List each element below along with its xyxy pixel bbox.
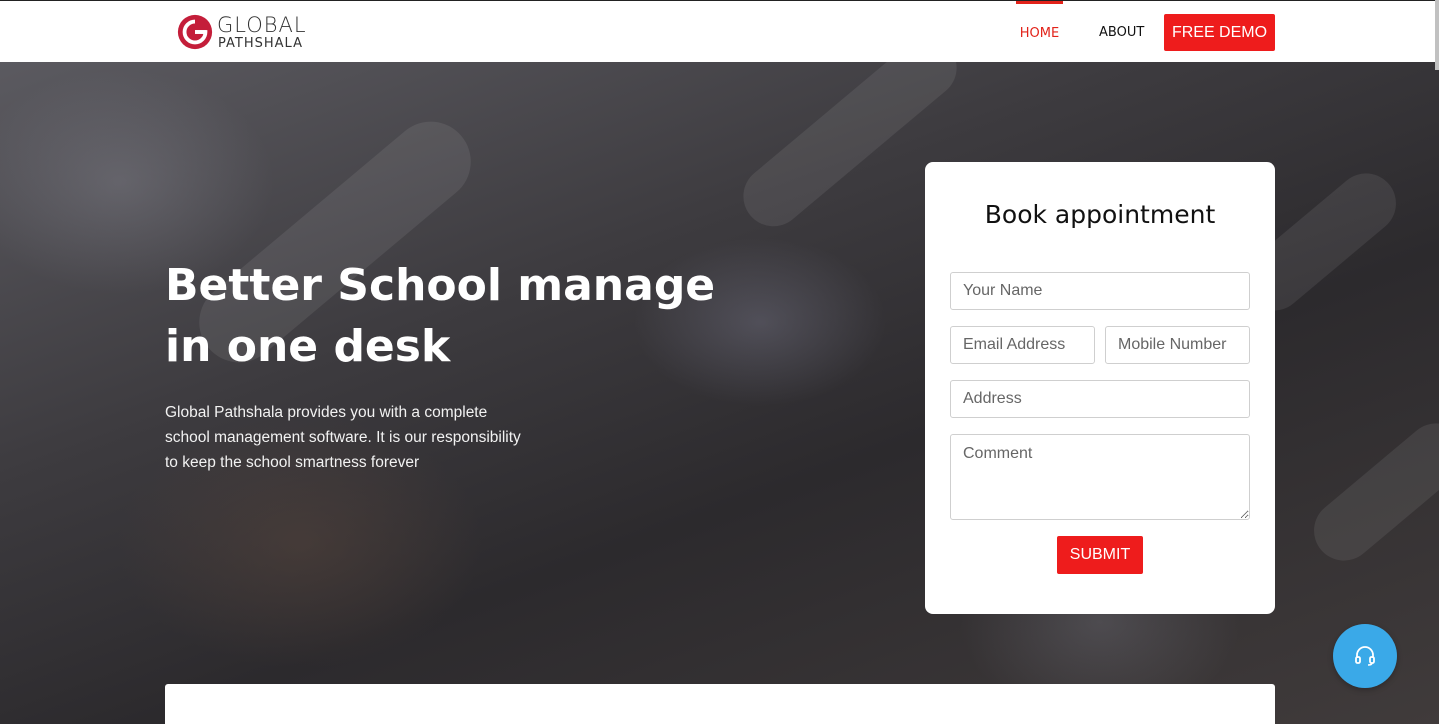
free-demo-button[interactable]: FREE DEMO xyxy=(1164,14,1275,51)
hero-description-line-1: Global Pathshala provides you with a com… xyxy=(165,404,488,421)
mobile-input[interactable] xyxy=(1105,326,1250,364)
hero-title-line-1: Better School manage xyxy=(165,260,716,311)
logo-line-1: GLOBAL xyxy=(217,12,307,37)
hero-title: Better School manage in one desk xyxy=(165,255,725,377)
comment-textarea[interactable] xyxy=(950,434,1250,520)
logo-line-2: PATHSHALA xyxy=(218,35,303,51)
features-card xyxy=(165,684,1275,724)
appointment-form-card: Book appointment SUBMIT xyxy=(925,162,1275,614)
hero-description: Global Pathshala provides you with a com… xyxy=(165,400,545,475)
hero-description-line-2: school management software. It is our re… xyxy=(165,429,521,446)
form-title: Book appointment xyxy=(984,200,1216,229)
logo[interactable]: GLOBAL PATHSHALA xyxy=(176,12,307,52)
nav-about-link[interactable]: ABOUT xyxy=(1099,1,1144,63)
decorative-shape xyxy=(1301,411,1439,573)
hero-title-line-2: in one desk xyxy=(165,321,451,372)
nav-home-link[interactable]: HOME xyxy=(1016,1,1063,63)
submit-button[interactable]: SUBMIT xyxy=(1057,536,1143,574)
headset-icon xyxy=(1355,646,1375,666)
site-header: GLOBAL PATHSHALA HOME ABOUT FREE DEMO xyxy=(0,0,1439,62)
logo-text: GLOBAL PATHSHALA xyxy=(217,12,307,51)
support-chat-button[interactable] xyxy=(1333,624,1397,688)
name-input[interactable] xyxy=(950,272,1250,310)
scrollbar-thumb[interactable] xyxy=(1435,0,1439,70)
logo-g-icon xyxy=(177,14,213,50)
address-input[interactable] xyxy=(950,380,1250,418)
hero-description-line-3: to keep the school smartness forever xyxy=(165,454,420,471)
hero-section: Better School manage in one desk Global … xyxy=(0,62,1439,724)
email-input[interactable] xyxy=(950,326,1095,364)
